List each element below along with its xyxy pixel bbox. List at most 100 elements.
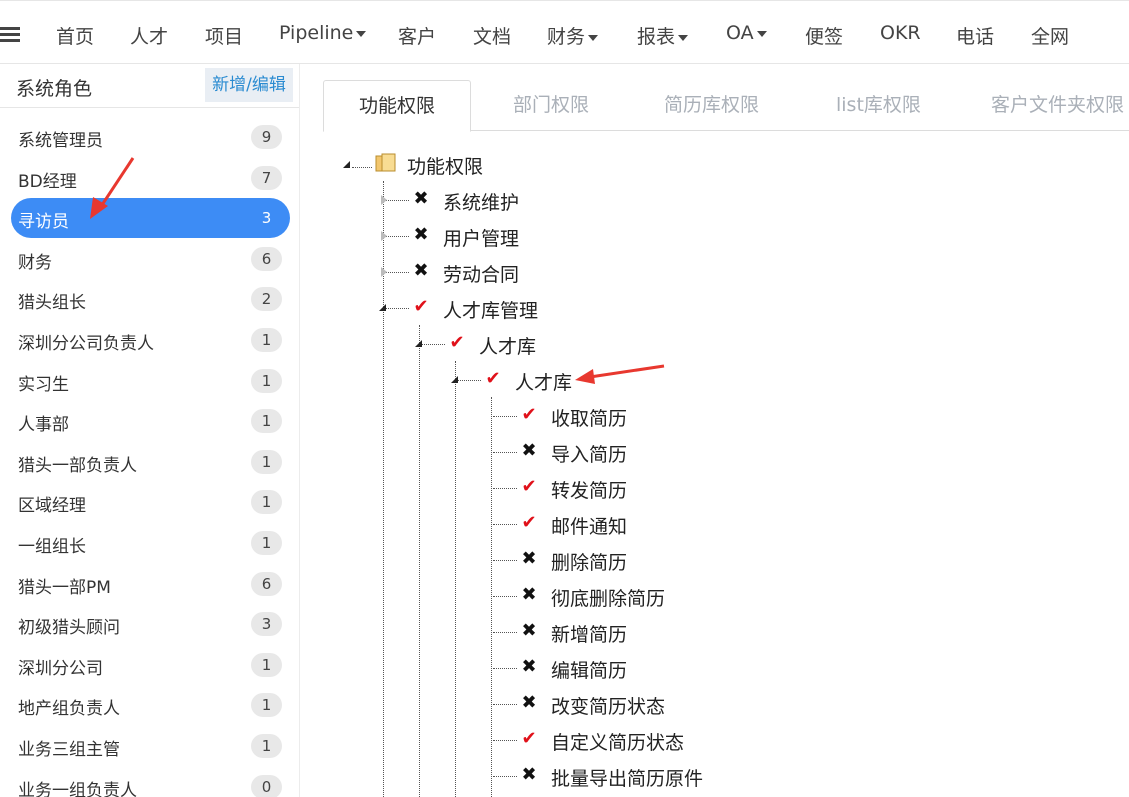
nav-item-4[interactable]: 客户	[398, 22, 436, 49]
nav-item-label: 客户	[398, 26, 437, 48]
cross-icon[interactable]: ✖	[519, 440, 539, 461]
expand-toggle-icon[interactable]	[343, 161, 350, 168]
cross-icon[interactable]: ✖	[519, 656, 539, 677]
tree-node-label[interactable]: 邮件通知	[551, 512, 627, 539]
nav-item-label: 电话	[956, 26, 995, 48]
cross-icon[interactable]: ✖	[519, 620, 539, 641]
nav-item-9[interactable]: 便签	[805, 22, 843, 49]
nav-item-label: OA	[726, 22, 754, 44]
cross-icon[interactable]: ✖	[519, 584, 539, 605]
tree-node-label[interactable]: 改变简历状态	[551, 692, 665, 719]
tree-connector	[421, 344, 445, 345]
checkmark-icon[interactable]: ✔	[519, 728, 539, 749]
tree-connector	[493, 452, 517, 453]
caret-down-icon	[756, 30, 767, 37]
tree-node-label[interactable]: 批量导出简历原件	[551, 764, 703, 791]
tree-node-label[interactable]: 自定义简历状态	[551, 728, 684, 755]
nav-item-2[interactable]: 项目	[205, 22, 243, 49]
tree-connector	[493, 560, 517, 561]
permission-tabs: 功能权限 部门权限 简历库权限 list库权限 客户文件夹权限	[323, 80, 1129, 132]
checkmark-icon[interactable]: ✔	[411, 296, 431, 317]
nav-item-label: 便签	[805, 26, 844, 48]
add-edit-role-button[interactable]: 新增/编辑	[205, 68, 293, 102]
tree-node-label[interactable]: 系统维护	[443, 188, 519, 215]
tree-connector	[493, 524, 517, 525]
tree-node-label[interactable]: 编辑简历	[551, 656, 627, 683]
tab-2[interactable]: 简历库权限	[664, 80, 759, 131]
tree-connector	[493, 632, 517, 633]
nav-item-11[interactable]: 电话	[956, 22, 994, 49]
nav-item-7[interactable]: 报表	[637, 22, 689, 49]
checkmark-icon[interactable]: ✔	[519, 476, 539, 497]
nav-item-label: 首页	[56, 26, 95, 48]
tab-0[interactable]: 功能权限	[323, 80, 471, 132]
tree-connector	[493, 704, 517, 705]
tab-1[interactable]: 部门权限	[513, 80, 589, 131]
tree-connector	[493, 488, 517, 489]
tree-connector	[352, 167, 372, 168]
tree-connector	[385, 236, 409, 237]
nav-item-5[interactable]: 文档	[473, 22, 511, 49]
tree-connector	[385, 200, 409, 201]
menu-icon[interactable]	[0, 27, 20, 43]
caret-down-icon	[678, 34, 689, 41]
checkmark-icon[interactable]: ✔	[447, 332, 467, 353]
expand-toggle-icon[interactable]	[381, 231, 387, 241]
nav-item-label: 财务	[547, 26, 586, 48]
tab-3[interactable]: list库权限	[836, 80, 921, 131]
tree-guide-line	[455, 361, 456, 797]
tree-guide-line	[419, 325, 420, 797]
tree-node-label[interactable]: 彻底删除简历	[551, 584, 665, 611]
tree-node-label[interactable]: 转发简历	[551, 476, 627, 503]
tree-connector	[385, 272, 409, 273]
top-nav: 首页 人才 项目 Pipeline 客户 文档 财务 报表 OA 便签 OKR 电话 全网	[0, 0, 1129, 64]
tree-node-label[interactable]: 人才库	[479, 332, 536, 359]
nav-item-1[interactable]: 人才	[130, 22, 168, 49]
collapse-toggle-icon[interactable]	[451, 376, 458, 383]
checkmark-icon[interactable]: ✔	[519, 404, 539, 425]
tree-connector	[493, 596, 517, 597]
caret-down-icon	[356, 30, 367, 37]
cross-icon[interactable]: ✖	[519, 764, 539, 785]
tree-connector	[493, 740, 517, 741]
cross-icon[interactable]: ✖	[411, 188, 431, 209]
collapse-toggle-icon[interactable]	[415, 340, 422, 347]
tree-connector	[493, 416, 517, 417]
checkmark-icon[interactable]: ✔	[483, 368, 503, 389]
tab-4[interactable]: 客户文件夹权限	[991, 80, 1124, 131]
nav-item-6[interactable]: 财务	[547, 22, 599, 49]
expand-toggle-icon[interactable]	[381, 195, 387, 205]
tree-node-label[interactable]: 导入简历	[551, 440, 627, 467]
tree-node-label[interactable]: 收取简历	[551, 404, 627, 431]
nav-item-label: 报表	[637, 26, 676, 48]
cross-icon[interactable]: ✖	[519, 548, 539, 569]
nav-item-3[interactable]: Pipeline	[279, 22, 367, 44]
tree-root-label[interactable]: 功能权限	[407, 152, 483, 179]
cross-icon[interactable]: ✖	[519, 692, 539, 713]
tree-guide-line	[491, 397, 492, 797]
nav-item-8[interactable]: OA	[726, 22, 767, 44]
nav-item-label: 全网	[1031, 26, 1070, 48]
cross-icon[interactable]: ✖	[411, 260, 431, 281]
nav-item-label: OKR	[880, 22, 921, 44]
tree-node-label[interactable]: 劳动合同	[443, 260, 519, 287]
nav-item-label: 文档	[473, 26, 512, 48]
tree-connector	[493, 776, 517, 777]
caret-down-icon	[588, 34, 599, 41]
checkmark-icon[interactable]: ✔	[519, 512, 539, 533]
tree-connector	[493, 668, 517, 669]
tree-node-label[interactable]: 人才库管理	[443, 296, 538, 323]
nav-item-label: 人才	[130, 26, 169, 48]
nav-item-0[interactable]: 首页	[56, 22, 94, 49]
expand-toggle-icon[interactable]	[381, 267, 387, 277]
tree-node-label[interactable]: 新增简历	[551, 620, 627, 647]
nav-item-10[interactable]: OKR	[880, 22, 921, 44]
tree-node-label[interactable]: 用户管理	[443, 224, 519, 251]
tree-node-label[interactable]: 人才库	[515, 368, 572, 395]
cross-icon[interactable]: ✖	[411, 224, 431, 245]
tree-connector	[385, 308, 409, 309]
folder-icon	[375, 153, 397, 173]
collapse-toggle-icon[interactable]	[379, 304, 386, 311]
nav-item-12[interactable]: 全网	[1031, 22, 1069, 49]
tree-node-label[interactable]: 删除简历	[551, 548, 627, 575]
